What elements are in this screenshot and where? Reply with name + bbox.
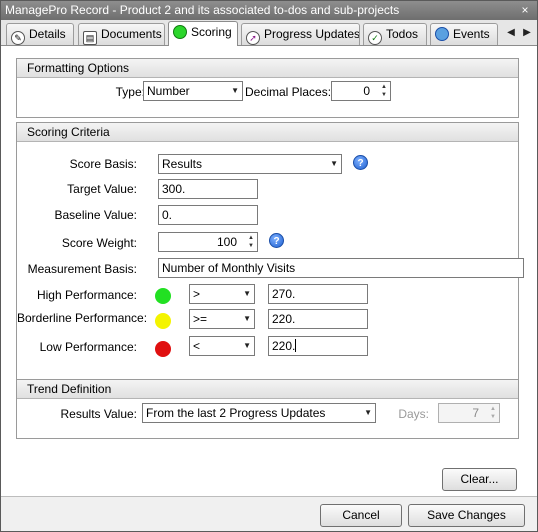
tab-progress-updates[interactable]: ➚ Progress Updates bbox=[241, 23, 360, 45]
borderline-performance-label: Borderline Performance: bbox=[17, 311, 148, 325]
score-basis-dropdown[interactable]: Results ▼ bbox=[158, 154, 342, 174]
close-icon[interactable]: × bbox=[519, 2, 531, 19]
tab-events[interactable]: Events bbox=[430, 23, 498, 45]
baseline-value-input[interactable]: 0. bbox=[158, 205, 258, 225]
chevron-down-icon: ▼ bbox=[231, 86, 239, 95]
measurement-basis-input[interactable]: Number of Monthly Visits bbox=[158, 258, 524, 278]
tab-label: Events bbox=[453, 27, 490, 41]
chevron-down-icon: ▼ bbox=[243, 289, 251, 298]
green-status-dot-icon bbox=[155, 288, 171, 304]
type-value: Number bbox=[147, 84, 190, 98]
days-label: Days: bbox=[398, 407, 429, 421]
trend-definition-group: Trend Definition Results Value: From the… bbox=[16, 379, 519, 439]
low-operator-dropdown[interactable]: < ▼ bbox=[189, 336, 255, 356]
tab-strip: ✎ Details ▤ Documents Scoring ➚ Progress Up… bbox=[1, 20, 537, 46]
target-value: 300. bbox=[162, 182, 186, 196]
high-operator-value: > bbox=[193, 287, 201, 301]
clear-button[interactable]: Clear... bbox=[442, 468, 517, 491]
trend-definition-header: Trend Definition bbox=[17, 380, 518, 399]
title-bar: ManagePro Record - Product 2 and its ass… bbox=[1, 1, 537, 20]
tab-label: Todos bbox=[386, 27, 419, 41]
spin-arrows-icon[interactable]: ▲ ▼ bbox=[246, 234, 256, 250]
text-caret bbox=[295, 339, 297, 352]
formatting-options-header: Formatting Options bbox=[17, 59, 518, 78]
tab-label: Progress Updates bbox=[264, 27, 360, 41]
baseline-value: 0. bbox=[162, 208, 173, 222]
borderline-threshold-value: 220. bbox=[272, 312, 296, 326]
record-window: ManagePro Record - Product 2 and its ass… bbox=[0, 0, 538, 532]
decimal-places-value: 0 bbox=[363, 84, 370, 98]
pencil-icon: ✎ bbox=[11, 31, 25, 45]
decimal-places-stepper[interactable]: 0 ▲ ▼ bbox=[331, 81, 391, 101]
low-operator-value: < bbox=[193, 339, 201, 353]
tab-scroll-left-icon[interactable]: ◀ bbox=[504, 25, 518, 41]
tab-documents[interactable]: ▤ Documents bbox=[78, 23, 165, 45]
score-weight-label: Score Weight: bbox=[61, 236, 137, 250]
tab-label: Scoring bbox=[191, 25, 232, 39]
low-performance-label: Low Performance: bbox=[39, 340, 137, 354]
results-value: From the last 2 Progress Updates bbox=[146, 406, 326, 420]
score-basis-value: Results bbox=[162, 157, 203, 171]
scoring-panel: Formatting Options Type: Number ▼ Decima… bbox=[1, 46, 537, 531]
tab-todos[interactable]: ✓ Todos bbox=[363, 23, 427, 45]
score-weight-value: 100 bbox=[216, 235, 237, 249]
red-status-dot-icon bbox=[155, 341, 171, 357]
help-icon[interactable]: ? bbox=[353, 155, 368, 170]
window-title: ManagePro Record - Product 2 and its ass… bbox=[5, 3, 400, 17]
cancel-button[interactable]: Cancel bbox=[320, 504, 402, 527]
save-changes-button[interactable]: Save Changes bbox=[408, 504, 525, 527]
tab-scoring[interactable]: Scoring bbox=[168, 21, 238, 46]
tab-details[interactable]: ✎ Details bbox=[6, 23, 74, 45]
globe-icon bbox=[435, 27, 449, 41]
measurement-basis-value: Number of Monthly Visits bbox=[162, 261, 296, 275]
high-performance-label: High Performance: bbox=[36, 288, 137, 302]
type-dropdown[interactable]: Number ▼ bbox=[143, 81, 243, 101]
borderline-threshold-input[interactable]: 220. bbox=[268, 309, 368, 329]
progress-arrow-icon: ➚ bbox=[246, 31, 260, 45]
scoring-criteria-group: Scoring Criteria Score Basis: Results ▼ … bbox=[16, 122, 524, 412]
spin-arrows-icon[interactable]: ▲ ▼ bbox=[379, 83, 389, 99]
chevron-down-icon: ▼ bbox=[330, 159, 338, 168]
borderline-operator-dropdown[interactable]: >= ▼ bbox=[189, 309, 255, 329]
days-value: 7 bbox=[472, 406, 479, 420]
score-weight-stepper[interactable]: 100 ▲ ▼ bbox=[158, 232, 258, 252]
target-value-input[interactable]: 300. bbox=[158, 179, 258, 199]
tab-label: Details bbox=[29, 27, 66, 41]
tab-scroll-right-icon[interactable]: ▶ bbox=[520, 25, 534, 41]
chevron-down-icon: ▼ bbox=[364, 408, 372, 417]
baseline-value-label: Baseline Value: bbox=[54, 208, 138, 222]
high-threshold-input[interactable]: 270. bbox=[268, 284, 368, 304]
high-threshold-value: 270. bbox=[272, 287, 296, 301]
low-threshold-value: 220. bbox=[272, 339, 296, 353]
score-basis-label: Score Basis: bbox=[69, 157, 137, 171]
decimal-places-label: Decimal Places: bbox=[245, 85, 332, 99]
target-value-label: Target Value: bbox=[67, 182, 137, 196]
document-icon: ▤ bbox=[83, 31, 97, 45]
high-operator-dropdown[interactable]: > ▼ bbox=[189, 284, 255, 304]
bottom-action-bar: Cancel Save Changes bbox=[1, 496, 537, 531]
help-icon[interactable]: ? bbox=[269, 233, 284, 248]
chevron-down-icon: ▼ bbox=[243, 341, 251, 350]
days-stepper[interactable]: 7 ▲ ▼ bbox=[438, 403, 500, 423]
yellow-status-dot-icon bbox=[155, 313, 171, 329]
type-label: Type: bbox=[115, 85, 145, 99]
results-value-dropdown[interactable]: From the last 2 Progress Updates ▼ bbox=[142, 403, 376, 423]
results-value-label: Results Value: bbox=[60, 407, 137, 421]
green-circle-icon bbox=[173, 25, 187, 39]
formatting-options-group: Formatting Options Type: Number ▼ Decima… bbox=[16, 58, 519, 118]
measurement-basis-label: Measurement Basis: bbox=[27, 262, 137, 276]
spin-arrows-icon[interactable]: ▲ ▼ bbox=[488, 405, 498, 421]
chevron-down-icon: ▼ bbox=[243, 314, 251, 323]
tab-label: Documents bbox=[101, 27, 162, 41]
borderline-operator-value: >= bbox=[193, 312, 208, 326]
checkmark-icon: ✓ bbox=[368, 31, 382, 45]
scoring-criteria-header: Scoring Criteria bbox=[17, 123, 518, 142]
low-threshold-input[interactable]: 220. bbox=[268, 336, 368, 356]
